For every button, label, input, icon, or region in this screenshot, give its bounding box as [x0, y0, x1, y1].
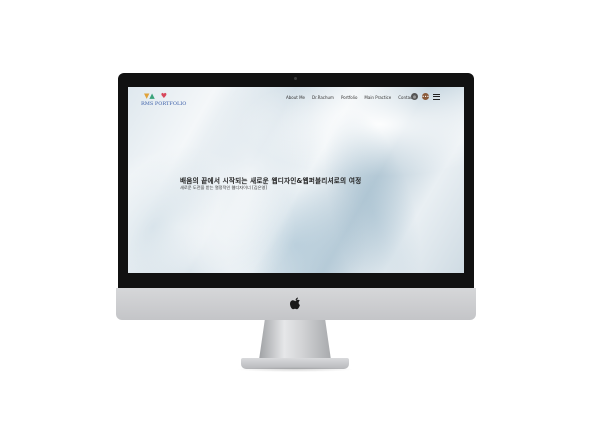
hero-title: 배움의 끝에서 시작되는 새로운 웹디자인&웹퍼블리셔로의 여정	[180, 177, 362, 185]
website-screen: ▼▲ ♥ RMS PORTFOLIO About Me Dr.Rachum Por…	[128, 87, 464, 273]
imac-stand-neck	[259, 320, 331, 360]
apple-logo-icon	[290, 297, 300, 310]
imac-chin	[116, 288, 476, 320]
hamburger-menu-icon[interactable]	[433, 93, 440, 100]
stand-shadow	[236, 367, 354, 372]
logo-mark-icon: ▼▲ ♥	[144, 92, 168, 100]
nav-portfolio[interactable]: Portfolio	[341, 95, 357, 100]
chat-icon[interactable]: •••	[422, 93, 429, 100]
site-logo[interactable]: ▼▲ ♥ RMS PORTFOLIO	[141, 93, 189, 111]
top-navigation: About Me Dr.Rachum Portfolio Main Practi…	[286, 95, 414, 100]
imac-monitor: ▼▲ ♥ RMS PORTFOLIO About Me Dr.Rachum Por…	[118, 73, 474, 288]
nav-dr-rachum[interactable]: Dr.Rachum	[312, 95, 334, 100]
nav-icon-group: ◎ •••	[411, 93, 440, 100]
hero-subtitle: 새로운 도전을 받는 열정적인 웹디자이너 [김은영]	[180, 185, 267, 190]
logo-text: RMS PORTFOLIO	[141, 101, 187, 107]
camera-dot	[294, 77, 297, 80]
globe-icon[interactable]: ◎	[411, 93, 418, 100]
nav-main-practice[interactable]: Main Practice	[364, 95, 391, 100]
nav-about-me[interactable]: About Me	[286, 95, 305, 100]
